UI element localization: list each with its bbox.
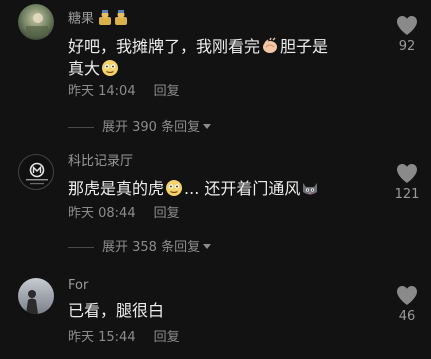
reply-button[interactable]: 回复 <box>154 330 180 345</box>
comment-3: For 已看，腿很白 昨天 15:44 回复 46 <box>0 270 431 359</box>
like-button[interactable]: 92 <box>392 14 422 54</box>
avatar[interactable] <box>18 278 54 314</box>
cat-face-emoji <box>303 183 318 195</box>
sly-face-emoji <box>166 180 183 196</box>
caret-down-icon <box>203 124 212 129</box>
username[interactable]: 科比记录厅 <box>68 154 133 169</box>
comment-1: 糖果 好吧，我摊牌了，我刚看完 胆子是 真大 昨天 14:04 回复 92 展开 3… <box>0 0 431 140</box>
like-button[interactable]: 121 <box>392 162 422 202</box>
avatar[interactable] <box>18 4 54 40</box>
like-count: 46 <box>398 309 416 324</box>
reply-button[interactable]: 回复 <box>154 206 180 221</box>
reply-button[interactable]: 回复 <box>154 84 180 99</box>
divider-line <box>68 127 94 128</box>
expand-replies[interactable]: 展开 358 条回复 <box>68 240 212 256</box>
comment-text: 那虎是真的虎... 还开着门通风 <box>68 178 320 200</box>
comment-time: 昨天 14:04 <box>68 84 136 99</box>
comment-time: 昨天 08:44 <box>68 206 136 221</box>
sly-face-emoji <box>102 60 119 76</box>
comment-time: 昨天 15:44 <box>68 330 136 345</box>
person-badge-icon <box>99 10 112 25</box>
heart-icon <box>397 164 417 183</box>
comment-text: 已看，腿很白 <box>68 301 165 320</box>
person-badge-icon <box>115 10 128 25</box>
like-button[interactable]: 46 <box>392 284 422 324</box>
clapping-hands-emoji <box>263 37 278 53</box>
like-count: 92 <box>398 39 416 54</box>
avatar[interactable] <box>18 154 54 190</box>
comment-2: 科比记录厅 那虎是真的虎... 还开着门通风 昨天 08:44 回复 121 展开… <box>0 146 431 262</box>
comment-text: 好吧，我摊牌了，我刚看完 胆子是 <box>68 37 329 56</box>
heart-icon <box>397 16 417 35</box>
username[interactable]: For <box>68 278 88 293</box>
like-count: 121 <box>394 187 420 202</box>
divider-line <box>68 247 94 248</box>
expand-replies[interactable]: 展开 390 条回复 <box>68 120 212 136</box>
username[interactable]: 糖果 <box>68 12 94 27</box>
comment-text-line2: 真大 <box>68 58 120 80</box>
heart-icon <box>397 286 417 305</box>
caret-down-icon <box>203 244 212 249</box>
